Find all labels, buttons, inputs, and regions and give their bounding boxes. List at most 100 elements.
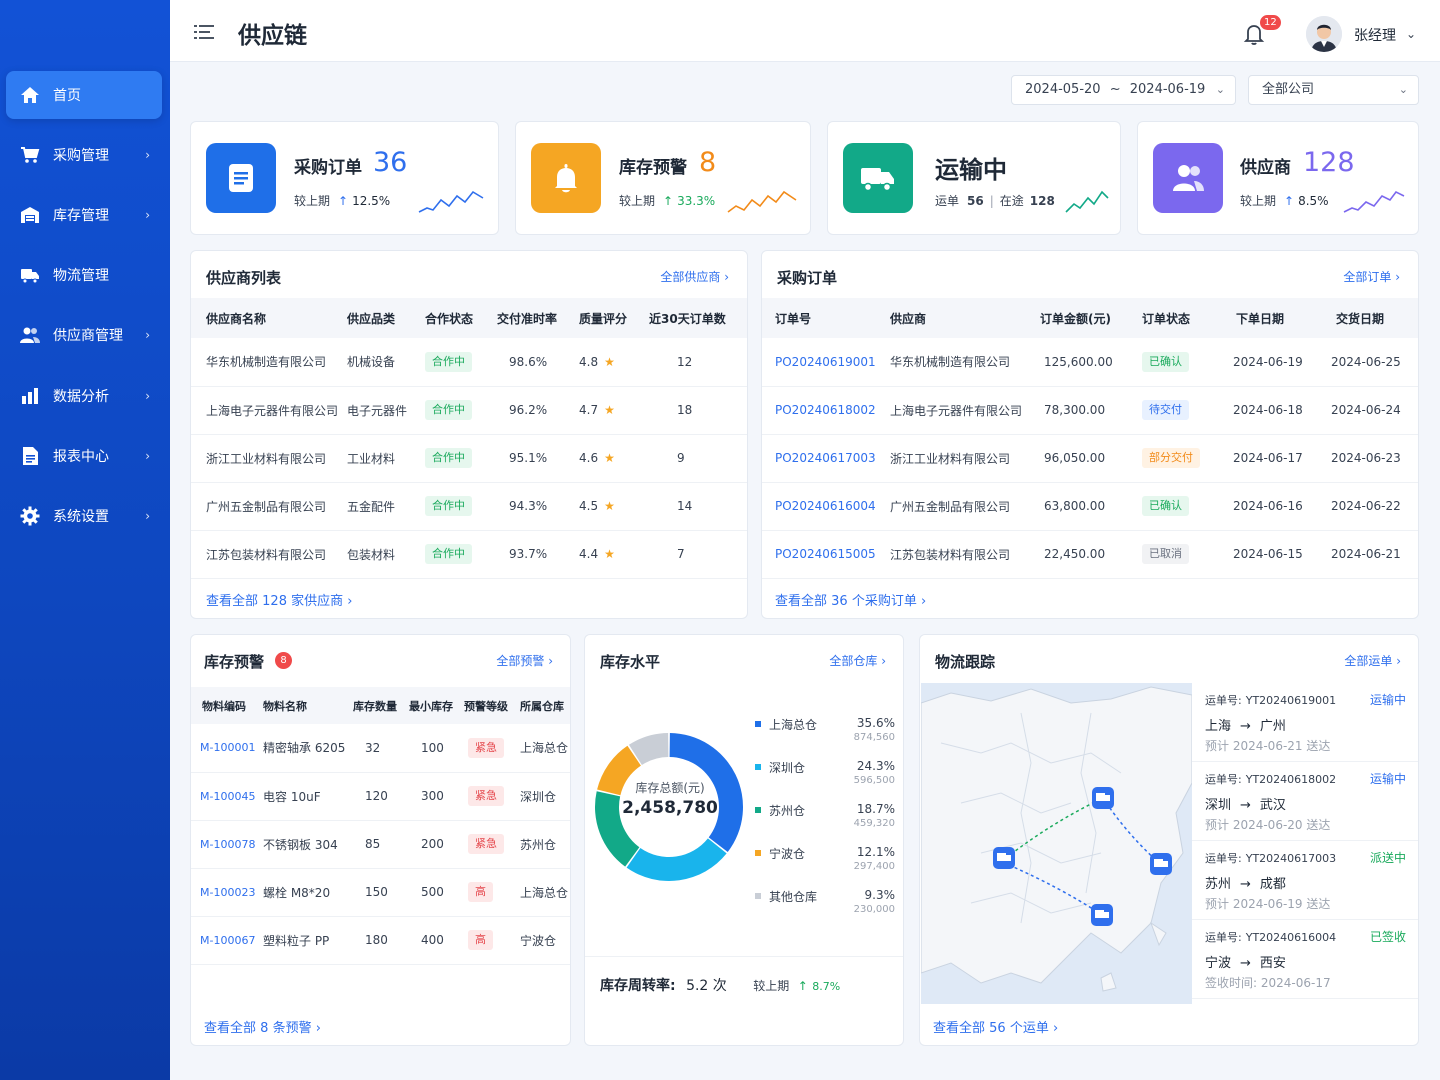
link-label: 全部预警 xyxy=(496,654,545,668)
column-header: 订单状态 xyxy=(1142,298,1228,338)
menu-toggle-icon[interactable] xyxy=(194,24,214,40)
material-code-link[interactable]: M-100045 xyxy=(191,772,263,821)
table-row[interactable]: M-100067 塑料粒子 PP 180 400 高 宁波仓 xyxy=(191,916,570,965)
view-all-warehouses-link[interactable]: 全部仓库 › xyxy=(829,652,886,669)
table-row[interactable]: 华东机械制造有限公司 机械设备 合作中 98.6% 4.8 ★ 12 xyxy=(191,338,747,387)
footer-label: 查看全部 xyxy=(933,1021,986,1036)
route-from: 上海 xyxy=(1205,719,1232,734)
table-row[interactable]: M-100001 精密轴承 6205 32 100 紧急 上海总仓 xyxy=(191,724,570,773)
kpi-card-purchase[interactable]: 采购订单 36 较上期 ↑ 12.5% xyxy=(190,121,499,235)
shipment-status: 运输中 xyxy=(1369,772,1406,786)
material-code-link[interactable]: M-100023 xyxy=(191,868,263,917)
logistics-panel: 物流跟踪 全部运单 › 运单号: YT20240619001 运输中 上海 → 广州 预计 … xyxy=(919,634,1419,1046)
status-cell: 已确认 xyxy=(1142,338,1228,387)
material-code-link[interactable]: M-100067 xyxy=(191,916,263,965)
shipment-item[interactable]: 运单号: YT20240618002 运输中 深圳 → 武汉 预计 2024-06-20 送… xyxy=(1192,762,1418,841)
date-range-picker[interactable]: 2024-05-20 ~ 2024-06-19 ⌄ xyxy=(1011,75,1236,105)
view-all-suppliers-link[interactable]: 全部供应商 › xyxy=(660,268,729,285)
legend-label: 苏州仓 xyxy=(769,804,806,818)
view-all-shipments-link[interactable]: 全部运单 › xyxy=(1344,652,1401,669)
sidebar-item-purchase[interactable]: 采购管理 › xyxy=(6,131,162,179)
kpi-card-stock-alert[interactable]: 库存预警 8 较上期 ↑ 33.3% xyxy=(515,121,811,235)
legend-item[interactable]: 苏州仓 18.7% 459,320 xyxy=(755,802,895,838)
footer-count: 56 xyxy=(989,1021,1006,1036)
company-select[interactable]: 全部公司 ⌄ xyxy=(1248,75,1419,105)
kpi-value: 128 xyxy=(1303,147,1355,178)
table-row[interactable]: 上海电子元器件有限公司 电子元器件 合作中 96.2% 4.7 ★ 18 xyxy=(191,386,747,435)
legend-percent: 18.7% xyxy=(856,802,895,816)
sidebar-item-home[interactable]: 首页 xyxy=(6,71,162,119)
sidebar-item-inventory[interactable]: 库存管理 › xyxy=(6,191,162,239)
order-date: 2024-06-18 xyxy=(1228,386,1326,435)
table-row[interactable]: 江苏包装材料有限公司 包装材料 合作中 93.7% 4.4 ★ 7 xyxy=(191,530,747,579)
logistics-map[interactable] xyxy=(921,683,1192,1004)
shipment-item[interactable]: 运单号: YT20240617003 派送中 苏州 → 成都 预计 2024-06-19 送… xyxy=(1192,841,1418,920)
table-row[interactable]: M-100045 电容 10uF 120 300 紧急 深圳仓 xyxy=(191,772,570,821)
footer-label: 条预警 xyxy=(272,1021,312,1036)
status-cell: 合作中 xyxy=(425,434,497,483)
chevron-right-icon: › xyxy=(145,208,150,222)
legend-item[interactable]: 其他仓库 9.3% 230,000 xyxy=(755,888,895,924)
truck-icon xyxy=(19,264,41,286)
sidebar-item-logistics[interactable]: 物流管理 xyxy=(6,251,162,299)
avatar[interactable] xyxy=(1306,16,1342,52)
chevron-right-icon: › xyxy=(145,389,150,403)
status-badge: 合作中 xyxy=(425,496,472,516)
table-row[interactable]: PO20240617003 浙江工业材料有限公司 96,050.00 部分交付 2024… xyxy=(762,434,1418,483)
order-amount: 78,300.00 xyxy=(1040,386,1142,435)
legend-percent: 24.3% xyxy=(856,759,895,773)
truck-marker-icon xyxy=(1092,787,1114,809)
column-header: 物料编码 xyxy=(191,687,263,724)
table-row[interactable]: PO20240616004 广州五金制品有限公司 63,800.00 已确认 2024-… xyxy=(762,482,1418,531)
chevron-down-icon[interactable]: ⌄ xyxy=(1406,27,1416,41)
sidebar-item-analytics[interactable]: 数据分析 › xyxy=(6,372,162,420)
order-number-link[interactable]: PO20240618002 xyxy=(762,386,890,435)
supplier-category: 包装材料 xyxy=(347,530,425,579)
link-label: 全部订单 xyxy=(1343,270,1392,284)
status-cell: 合作中 xyxy=(425,482,497,531)
view-all-alerts-link[interactable]: 全部预警 › xyxy=(496,652,553,669)
route-to: 成都 xyxy=(1259,877,1286,892)
delivery-date: 2024-06-24 xyxy=(1326,386,1418,435)
order-number-link[interactable]: PO20240616004 xyxy=(762,482,890,531)
view-all-shipments-footer[interactable]: 查看全部 56 个运单 › xyxy=(933,1017,1058,1036)
material-code-link[interactable]: M-100078 xyxy=(191,820,263,869)
panel-title: 库存预警 xyxy=(204,653,265,671)
panel-title: 物流跟踪 xyxy=(935,653,996,671)
view-all-orders-link[interactable]: 全部订单 › xyxy=(1343,268,1400,285)
arrow-right-icon: → xyxy=(1240,956,1251,971)
legend-amount: 230,000 xyxy=(853,904,895,915)
legend-item[interactable]: 宁波仓 12.1% 297,400 xyxy=(755,845,895,881)
view-all-orders-footer[interactable]: 查看全部 36 个采购订单 › xyxy=(775,590,926,609)
table-row[interactable]: PO20240619001 华东机械制造有限公司 125,600.00 已确认 2024… xyxy=(762,338,1418,387)
sidebar-item-reports[interactable]: 报表中心 › xyxy=(6,432,162,480)
order-number-link[interactable]: PO20240615005 xyxy=(762,530,890,579)
view-all-alerts-footer[interactable]: 查看全部 8 条预警 › xyxy=(204,1017,321,1036)
table-row[interactable]: M-100078 不锈钢板 304 85 200 紧急 苏州仓 xyxy=(191,820,570,869)
view-all-suppliers-footer[interactable]: 查看全部 128 家供应商 › xyxy=(206,590,352,609)
table-row[interactable]: M-100023 螺栓 M8*20 150 500 高 上海总仓 xyxy=(191,868,570,917)
sidebar-item-settings[interactable]: 系统设置 › xyxy=(6,492,162,540)
panel-title: 库存水平 xyxy=(600,653,661,671)
donut-slice-2[interactable] xyxy=(626,838,727,881)
link-label: 全部供应商 xyxy=(660,270,721,284)
turnover-trend: 8.7% xyxy=(812,980,841,993)
order-number-link[interactable]: PO20240617003 xyxy=(762,434,890,483)
table-row[interactable]: 浙江工业材料有限公司 工业材料 合作中 95.1% 4.6 ★ 9 xyxy=(191,434,747,483)
user-name[interactable]: 张经理 xyxy=(1354,25,1396,45)
warehouse-name: 深圳仓 xyxy=(520,772,570,821)
kpi-card-supplier[interactable]: 供应商 128 较上期 ↑ 8.5% xyxy=(1137,121,1419,235)
legend-item[interactable]: 上海总仓 35.6% 874,560 xyxy=(755,716,895,752)
table-row[interactable]: PO20240615005 江苏包装材料有限公司 22,450.00 已取消 2024-… xyxy=(762,530,1418,579)
stock-qty: 85 xyxy=(353,820,409,869)
legend-item[interactable]: 深圳仓 24.3% 596,500 xyxy=(755,759,895,795)
kpi-trend: 33.3% xyxy=(677,194,716,208)
sidebar-item-suppliers[interactable]: 供应商管理 › xyxy=(6,311,162,359)
shipment-item[interactable]: 运单号: YT20240616004 已签收 宁波 → 西安 签收时间: 2024-06-1… xyxy=(1192,920,1418,999)
shipment-item[interactable]: 运单号: YT20240619001 运输中 上海 → 广州 预计 2024-06-21 送… xyxy=(1192,683,1418,762)
table-row[interactable]: 广州五金制品有限公司 五金配件 合作中 94.3% 4.5 ★ 14 xyxy=(191,482,747,531)
material-code-link[interactable]: M-100001 xyxy=(191,724,263,773)
order-number-link[interactable]: PO20240619001 xyxy=(762,338,890,387)
kpi-card-transport[interactable]: 运输中 运单 56 | 在途 128 xyxy=(827,121,1121,235)
table-row[interactable]: PO20240618002 上海电子元器件有限公司 78,300.00 待交付 2024… xyxy=(762,386,1418,435)
